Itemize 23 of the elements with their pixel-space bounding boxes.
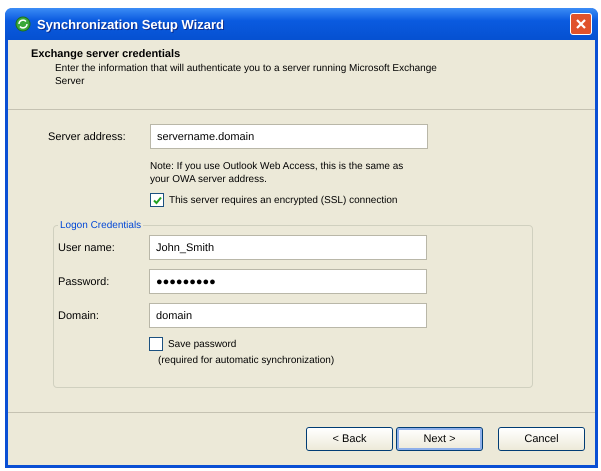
note-text: Note: If you use Outlook Web Access, this is the same as your OWA server address. <box>150 160 404 186</box>
close-button[interactable] <box>570 13 592 35</box>
wizard-button[interactable]: Next > <box>396 427 483 451</box>
input-field[interactable]: ●●●●●●●●● <box>149 269 427 294</box>
page-description: Enter the information that will authenticate you to a server running Microsoft Exchange Server <box>55 62 438 88</box>
field-label: User name: <box>58 242 116 254</box>
window-title: Synchronization Setup Wizard <box>37 16 225 32</box>
app-icon <box>15 16 31 32</box>
wizard-button[interactable]: < Back <box>306 427 393 451</box>
server-address-field[interactable]: servername.domain <box>150 124 428 149</box>
close-icon <box>575 18 587 30</box>
input-field[interactable]: domain <box>149 303 427 328</box>
page-heading: Exchange server credentials <box>31 48 182 60</box>
field-label: Domain: <box>58 310 100 322</box>
wizard-button[interactable]: Cancel <box>498 427 585 451</box>
field-label: Server address: <box>48 130 127 142</box>
group-legend: Logon Credentials <box>58 220 144 231</box>
save-password-checkbox[interactable]: Save password <box>149 337 532 351</box>
ssl-checkbox[interactable]: This server requires an encrypted (SSL) connection <box>150 193 595 207</box>
input-field[interactable]: John_Smith <box>149 235 427 260</box>
checkmark-icon <box>152 194 162 206</box>
field-label: Password: <box>58 276 110 288</box>
hint-text: (required for automatic synchronization) <box>158 355 336 366</box>
